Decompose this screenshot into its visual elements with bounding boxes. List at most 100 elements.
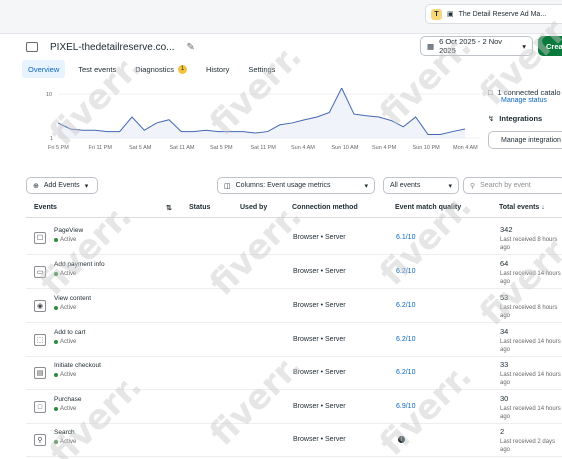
y-tick-label: 10 bbox=[46, 92, 52, 98]
total-events: 30 bbox=[500, 394, 509, 403]
chevron-down-icon: ▾ bbox=[364, 182, 368, 190]
active-dot bbox=[54, 238, 58, 242]
columns-icon: ◫ bbox=[224, 182, 231, 190]
event-filter-dropdown[interactable]: All events ▾ bbox=[383, 177, 459, 194]
sort-icon[interactable]: ⇅ bbox=[166, 204, 172, 212]
col-used-by[interactable]: Used by bbox=[240, 204, 267, 211]
connected-catalog-row: □ 1 connected catalo bbox=[488, 88, 561, 97]
status-badge: Active bbox=[54, 372, 76, 378]
emq-link[interactable]: 6.2/10 bbox=[396, 336, 415, 343]
tab-overview[interactable]: Overview bbox=[22, 60, 66, 78]
event-name[interactable]: Purchase bbox=[54, 396, 81, 403]
col-events[interactable]: Events bbox=[34, 204, 57, 211]
table-row[interactable]: ◉ View content Active Browser • Server 6.2/1… bbox=[26, 290, 562, 323]
total-events: 2 bbox=[500, 427, 505, 436]
event-name[interactable]: View content bbox=[54, 295, 91, 302]
table-row[interactable]: ⬚ Add to cart Active Browser • Server 6.2/10… bbox=[26, 324, 562, 357]
connection-method: Browser • Server bbox=[293, 369, 346, 376]
date-range-label: 6 Oct 2025 - 2 Nov 2025 bbox=[439, 37, 503, 55]
x-tick-label: Sun 4 PM bbox=[372, 145, 397, 151]
event-name[interactable]: PageView bbox=[54, 227, 83, 234]
add-events-button[interactable]: ⊕ Add Events ▾ bbox=[26, 177, 98, 194]
last-received: Last received 14 hours ago bbox=[500, 271, 561, 285]
last-received: Last received 8 hours ago bbox=[500, 305, 558, 319]
table-row[interactable]: ☐ PageView Active Browser • Server 6.1/10 342… bbox=[26, 222, 562, 255]
account-name: The Detail Reserve Ad Ma... bbox=[458, 10, 547, 18]
status-badge: Active bbox=[54, 439, 76, 445]
info-icon[interactable]: ! bbox=[398, 436, 405, 443]
col-status[interactable]: Status bbox=[189, 204, 210, 211]
table-header: Events ⇅ Status Used by Connection metho… bbox=[26, 200, 562, 218]
tab-history[interactable]: History bbox=[200, 60, 235, 78]
catalog-icon: □ bbox=[488, 88, 493, 97]
connection-method: Browser • Server bbox=[293, 436, 346, 443]
table-row[interactable]: ⚲ Search Active Browser • Server! 2 Last rece… bbox=[26, 424, 562, 457]
connection-method: Browser • Server bbox=[293, 234, 346, 241]
event-icon: ☐ bbox=[34, 232, 46, 244]
columns-dropdown[interactable]: ◫ Columns: Event usage metrics ▾ bbox=[217, 177, 375, 194]
manage-status-link[interactable]: Manage status bbox=[501, 97, 562, 104]
x-tick-label: Fri 5 PM bbox=[48, 145, 69, 151]
last-received: Last received 14 hours ago bbox=[500, 339, 561, 353]
status-badge: Active bbox=[54, 271, 76, 277]
emq-link[interactable]: 6.2/10 bbox=[396, 369, 415, 376]
series-area bbox=[58, 88, 465, 138]
table-row[interactable]: ▤ Initiate checkout Active Browser • Server… bbox=[26, 357, 562, 390]
x-tick-label: Sun 10 AM bbox=[331, 145, 359, 151]
integrations-icon: ↯ bbox=[488, 114, 495, 123]
event-name[interactable]: Search bbox=[54, 429, 75, 436]
status-badge: Active bbox=[54, 237, 76, 243]
active-dot bbox=[54, 440, 58, 444]
total-events: 342 bbox=[500, 225, 513, 234]
search-input[interactable]: ⚲ Search by event bbox=[463, 177, 562, 194]
date-range-button[interactable]: ▦ 6 Oct 2025 - 2 Nov 2025 ▾ bbox=[420, 36, 533, 56]
col-emq[interactable]: Event match quality bbox=[395, 204, 461, 211]
filter-bar: ⊕ Add Events ▾ ◫ Columns: Event usage me… bbox=[26, 177, 562, 195]
tab-test-events[interactable]: Test events bbox=[72, 60, 122, 78]
last-received: Last received 14 hours ago bbox=[500, 406, 561, 420]
connection-method: Browser • Server bbox=[293, 403, 346, 410]
x-tick-label: Fri 11 PM bbox=[88, 145, 112, 151]
total-events: 53 bbox=[500, 293, 509, 302]
chart-x-axis: Fri 5 PM Fri 11 PM Sat 5 AM Sat 11 AM Sat 5 … bbox=[40, 145, 480, 155]
pencil-icon[interactable]: ✎ bbox=[187, 42, 195, 53]
event-icon: ⬚ bbox=[34, 334, 46, 346]
event-icon: ▤ bbox=[34, 367, 46, 379]
event-icon: ◉ bbox=[34, 300, 46, 312]
emq-link[interactable]: 6.2/10 bbox=[396, 268, 415, 275]
y-tick-label: 1 bbox=[50, 136, 53, 142]
active-dot bbox=[54, 373, 58, 377]
col-connection[interactable]: Connection method bbox=[292, 204, 358, 211]
create-button[interactable]: Creat bbox=[538, 36, 562, 56]
table-row[interactable]: ▭ Add payment info Active Browser • Server 6… bbox=[26, 256, 562, 289]
connection-method: Browser • Server bbox=[293, 268, 346, 275]
tab-settings[interactable]: Settings bbox=[242, 60, 281, 78]
emq-link[interactable]: 6.2/10 bbox=[396, 302, 415, 309]
event-name[interactable]: Add payment info bbox=[54, 261, 105, 268]
active-dot bbox=[54, 407, 58, 411]
chevron-down-icon: ▾ bbox=[448, 182, 452, 190]
top-strip: T ▣ The Detail Reserve Ad Ma... bbox=[0, 0, 562, 34]
event-name[interactable]: Initiate checkout bbox=[54, 362, 101, 369]
diagnostics-badge: 1 bbox=[177, 64, 187, 74]
manage-integrations-button[interactable]: Manage integration bbox=[488, 131, 562, 149]
connection-method: Browser • Server bbox=[293, 302, 346, 309]
x-tick-label: Sat 5 PM bbox=[210, 145, 233, 151]
tab-diagnostics[interactable]: Diagnostics 1 bbox=[129, 60, 193, 78]
ad-account-icon: ▣ bbox=[447, 11, 454, 18]
side-panel: □ 1 connected catalo Manage status ↯ Int… bbox=[488, 88, 562, 123]
account-switcher[interactable]: T ▣ The Detail Reserve Ad Ma... bbox=[425, 4, 562, 24]
event-name[interactable]: Add to cart bbox=[54, 329, 85, 336]
total-events: 64 bbox=[500, 259, 509, 268]
emq-link[interactable]: 6.9/10 bbox=[396, 403, 415, 410]
table-row[interactable]: □ Purchase Active Browser • Server 6.9/10 30 L… bbox=[26, 391, 562, 424]
last-received: Last received 8 hours ago bbox=[500, 237, 558, 251]
calendar-icon: ▦ bbox=[427, 41, 435, 51]
total-events: 33 bbox=[500, 360, 509, 369]
emq-link[interactable]: 6.1/10 bbox=[396, 234, 415, 241]
col-total[interactable]: Total events ↓ bbox=[499, 204, 545, 211]
integrations-row: ↯ Integrations bbox=[488, 114, 543, 123]
plus-icon: ⊕ bbox=[33, 182, 39, 190]
page-title: PIXEL-thedetailreserve.co... bbox=[50, 41, 175, 53]
status-badge: Active bbox=[54, 339, 76, 345]
